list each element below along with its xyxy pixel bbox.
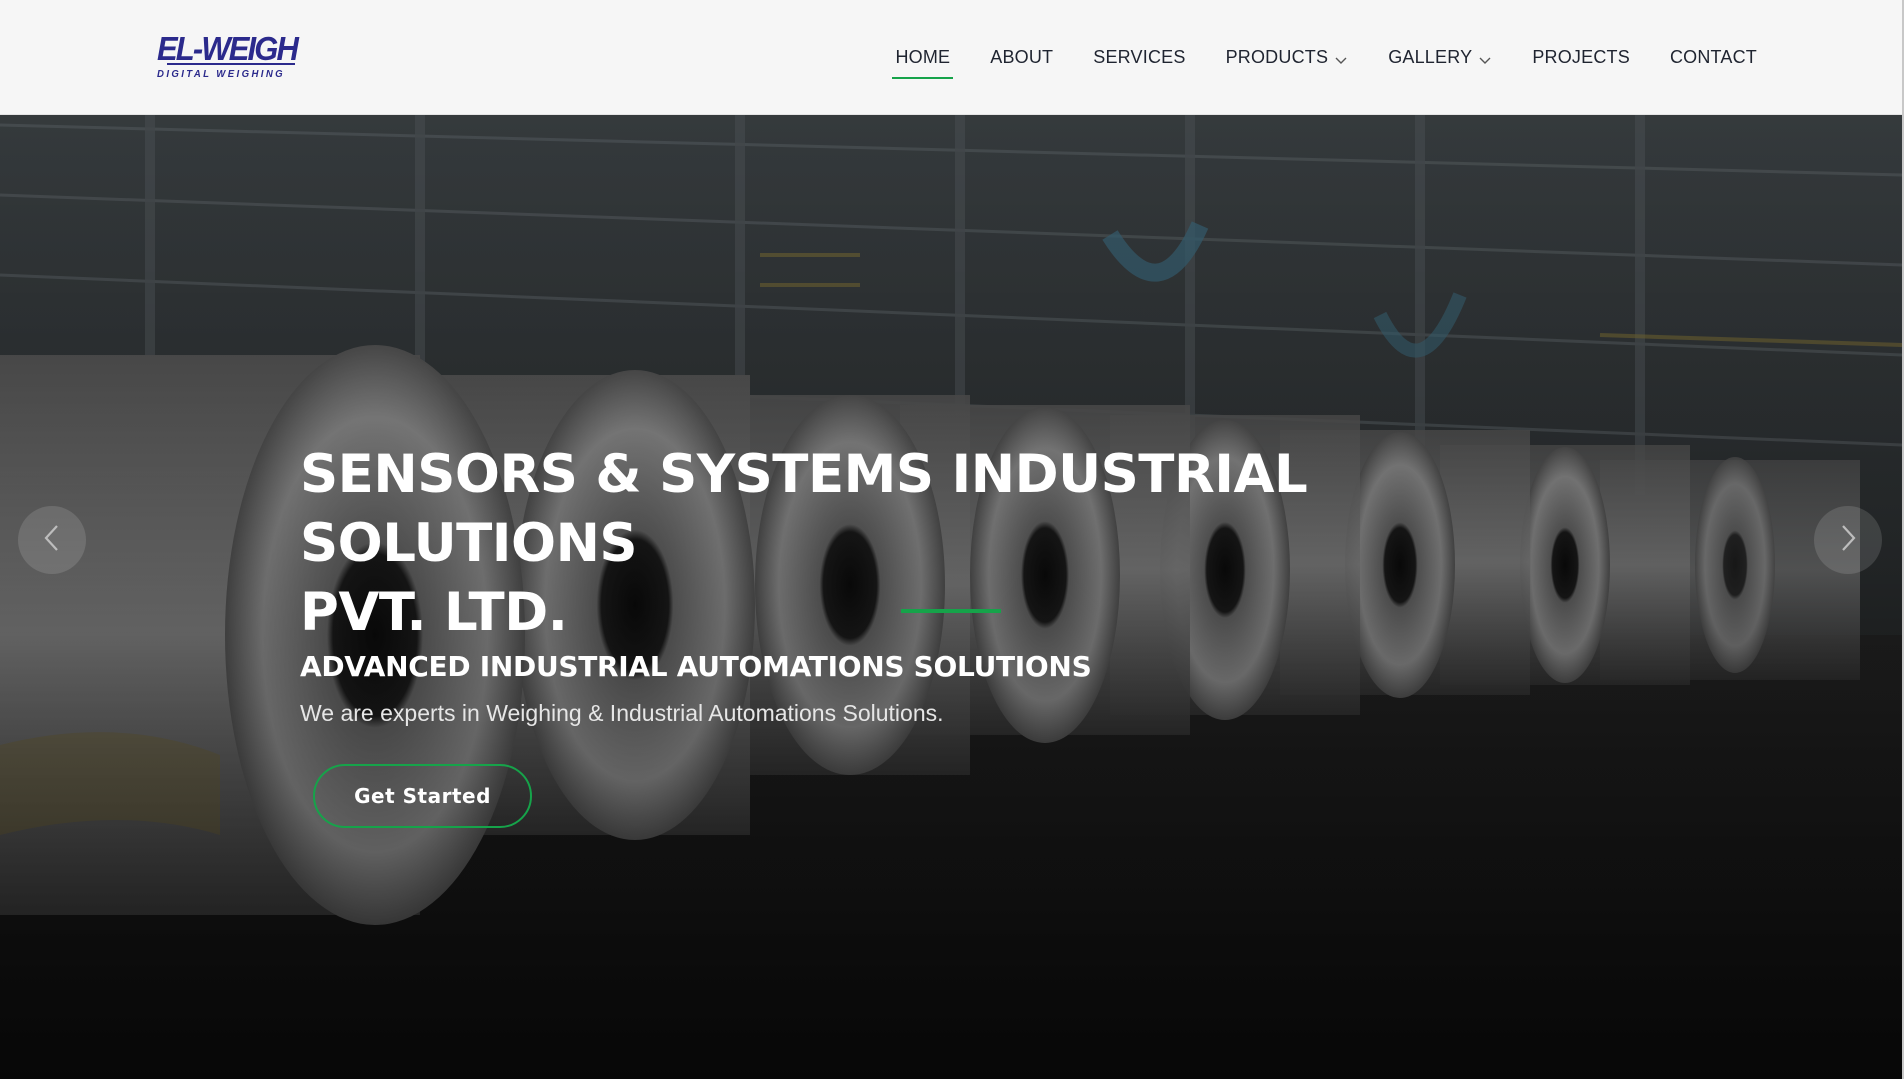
hero-subtitle: ADVANCED INDUSTRIAL AUTOMATIONS SOLUTION… (300, 650, 1092, 683)
chevron-right-icon (1835, 523, 1861, 558)
chevron-down-icon (1334, 51, 1348, 65)
nav-contact[interactable]: CONTACT (1670, 0, 1757, 115)
nav-about-label: ABOUT (990, 47, 1054, 67)
nav-home[interactable]: HOME (892, 0, 954, 115)
nav-projects[interactable]: PROJECTS (1532, 0, 1630, 115)
chevron-down-icon (1478, 51, 1492, 65)
hero-title-line-1: SENSORS & SYSTEMS INDUSTRIAL SOLUTIONS (300, 444, 1308, 574)
nav-products-label: PRODUCTS (1225, 47, 1329, 67)
elweigh-logo[interactable]: EL-WEIGH DIGITAL WEIGHING (155, 30, 302, 80)
hero-description: We are experts in Weighing & Industrial … (300, 700, 944, 726)
nav-products[interactable]: PRODUCTS (1226, 0, 1349, 115)
get-started-button[interactable]: Get Started (313, 764, 532, 828)
nav-about[interactable]: ABOUT (990, 0, 1053, 115)
carousel-prev-button[interactable] (18, 506, 86, 574)
carousel-next-button[interactable] (1814, 506, 1882, 574)
nav-gallery[interactable]: GALLERY (1388, 0, 1492, 115)
nav-services[interactable]: SERVICES (1093, 0, 1185, 115)
hero-title: SENSORS & SYSTEMS INDUSTRIAL SOLUTIONS P… (300, 440, 1600, 647)
nav-services-label: SERVICES (1093, 47, 1186, 67)
hero-divider (901, 609, 1001, 613)
svg-text:DIGITAL WEIGHING: DIGITAL WEIGHING (157, 69, 285, 80)
nav-gallery-label: GALLERY (1388, 47, 1473, 67)
svg-text:EL-WEIGH: EL-WEIGH (157, 30, 300, 67)
site-header: EL-WEIGH DIGITAL WEIGHING HOME ABOUT SER… (0, 0, 1902, 115)
hero-title-line-2: PVT. LTD. (300, 582, 568, 643)
chevron-left-icon (39, 523, 65, 558)
nav-contact-label: CONTACT (1669, 47, 1757, 67)
main-nav: HOME ABOUT SERVICES PRODUCTS GALLERY PRO… (892, 0, 1757, 115)
nav-home-label: HOME (895, 47, 951, 67)
nav-projects-label: PROJECTS (1532, 47, 1630, 67)
